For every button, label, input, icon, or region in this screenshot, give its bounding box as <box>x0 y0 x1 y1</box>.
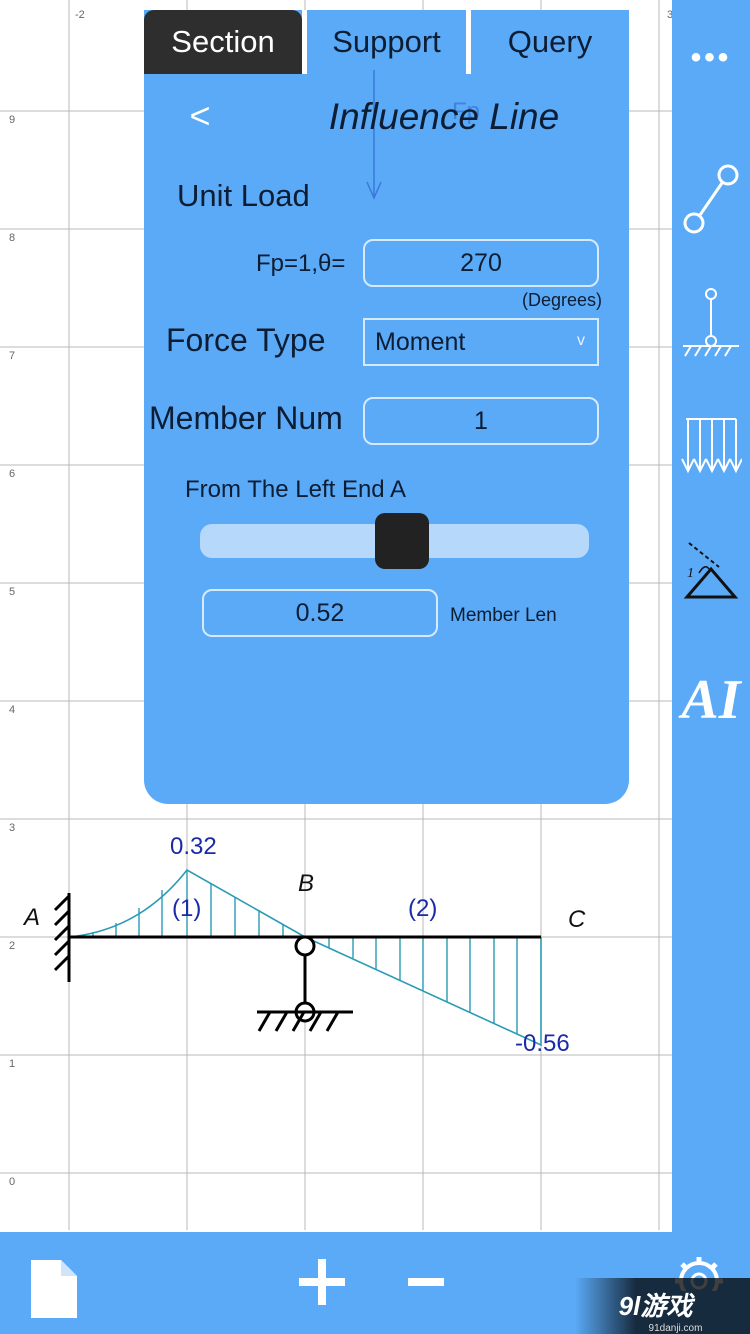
bottom-toolbar: 9l游戏 91danji.com <box>0 1232 750 1334</box>
y-tick: 0 <box>9 1176 15 1188</box>
panel-title: Influence Line <box>328 96 560 137</box>
right-toolbar: ••• 1 AI <box>672 0 750 1232</box>
distributed-load-icon[interactable] <box>672 410 750 482</box>
minus-icon[interactable] <box>398 1250 454 1314</box>
member-num-input[interactable]: 1 <box>363 397 599 445</box>
document-icon[interactable] <box>24 1252 84 1326</box>
tab-support[interactable]: Support <box>307 10 466 74</box>
node-b-label: B <box>298 870 315 897</box>
watermark-text: 9l游戏 <box>618 1291 693 1321</box>
y-tick: 1 <box>9 1058 15 1070</box>
y-tick: 6 <box>9 468 15 480</box>
member-icon[interactable] <box>672 160 750 240</box>
tab-query[interactable]: Query <box>471 10 629 74</box>
plus-icon[interactable] <box>292 1250 352 1314</box>
node-c-label: C <box>568 906 586 933</box>
y-tick: 3 <box>9 822 15 834</box>
peak-value-label: 0.32 <box>170 833 217 860</box>
back-button[interactable]: < <box>180 94 220 138</box>
y-tick: 9 <box>9 114 15 126</box>
watermark-url: 91danji.com <box>648 1323 703 1334</box>
force-type-value: Moment <box>375 327 466 356</box>
from-left-end-label: From The Left End A <box>185 476 407 503</box>
ai-icon[interactable]: AI <box>672 660 750 740</box>
position-input[interactable]: 0.52 <box>202 589 438 637</box>
force-type-select[interactable]: Moment v <box>363 318 599 366</box>
member-2-label: (2) <box>408 895 438 922</box>
force-type-label: Force Type <box>166 322 326 358</box>
member-1-label: (1) <box>172 895 202 922</box>
watermark: 9l游戏 91danji.com <box>575 1278 750 1334</box>
influence-line-panel: Section Support Query Fp < Influence Lin… <box>144 10 629 804</box>
angle-input[interactable]: 270 <box>363 239 599 287</box>
member-num-label: Member Num <box>149 400 343 436</box>
pin-support-b <box>257 935 353 1032</box>
y-tick: 8 <box>9 232 15 244</box>
y-tick: 5 <box>9 586 15 598</box>
svg-text:1: 1 <box>687 566 694 581</box>
more-icon[interactable]: ••• <box>672 30 750 86</box>
member-len-label: Member Len <box>450 605 557 626</box>
min-value-label: -0.56 <box>515 1030 570 1057</box>
y-tick: 7 <box>9 350 15 362</box>
degrees-unit-label: (Degrees) <box>522 290 603 310</box>
y-tick-labels: 9 8 7 6 5 4 3 2 1 0 <box>9 114 15 1188</box>
support-icon[interactable] <box>672 282 750 362</box>
y-tick: 4 <box>9 704 15 716</box>
inclined-support-icon[interactable]: 1 <box>672 530 750 606</box>
unit-load-heading: Unit Load <box>177 178 310 213</box>
position-slider-thumb[interactable] <box>375 513 430 569</box>
angle-label: Fp=1,θ= <box>256 250 346 277</box>
x-tick: -2 <box>75 9 85 21</box>
chevron-down-icon: v <box>577 332 585 349</box>
tab-section[interactable]: Section <box>144 10 302 74</box>
y-tick: 2 <box>9 940 15 952</box>
node-a-label: A <box>24 904 41 931</box>
